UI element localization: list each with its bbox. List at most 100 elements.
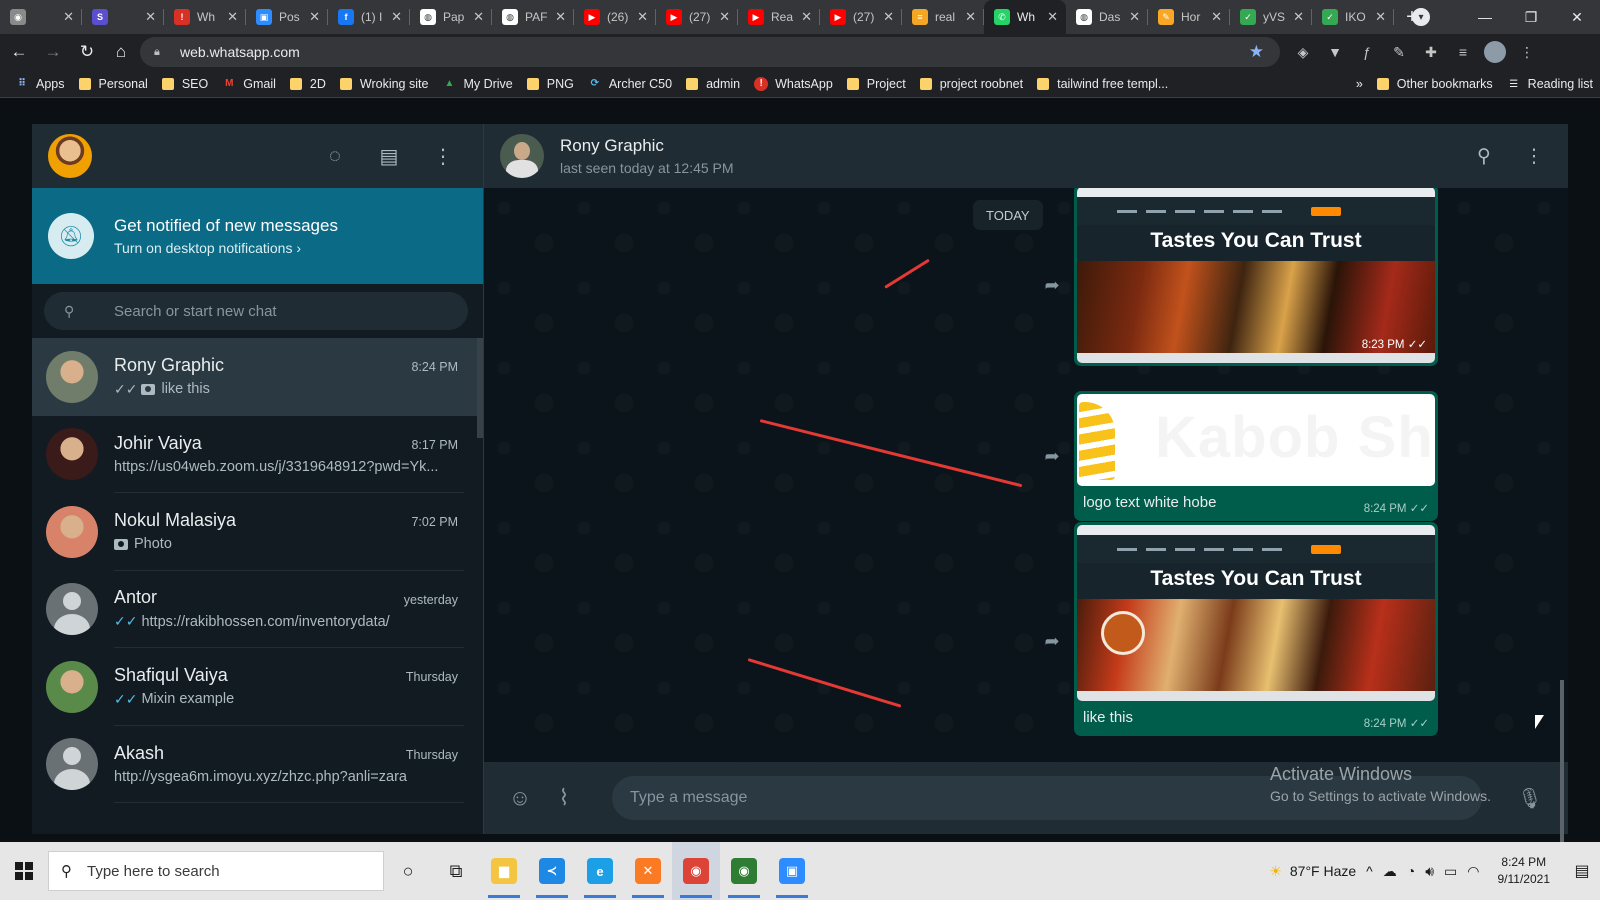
back-arrow-icon[interactable]: ← (4, 37, 34, 67)
task-view-icon[interactable]: ⧉ (432, 842, 480, 900)
search-input[interactable] (114, 302, 434, 320)
website-screenshot[interactable]: Tastes You Can Trust (1077, 525, 1435, 701)
browser-tab[interactable]: ◍ Das ✕ (1066, 0, 1148, 34)
bookmark-star-icon[interactable]: ★ (1249, 42, 1264, 62)
chat-list-item[interactable]: Rony Graphic 8:24 PM ✓✓ like this (32, 338, 484, 416)
image-message[interactable]: Kabob Shac logo text white hobe 8:24 PM … (1074, 391, 1438, 521)
chat-list-item[interactable]: Akash Thursday http://ysgea6m.imoyu.xyz/zh… (32, 726, 484, 803)
microphone-icon[interactable]: 🎙︎ (1514, 782, 1546, 814)
bookmark-item[interactable]: project roobnet (913, 70, 1030, 98)
taskbar-search-input[interactable] (87, 862, 377, 880)
tab-close-icon[interactable]: ✕ (63, 9, 74, 25)
browser-tab[interactable]: ◍ Pap ✕ (410, 0, 492, 34)
other-bookmarks-folder[interactable]: Other bookmarks (1370, 70, 1500, 98)
browser-tab[interactable]: ▶ (27) ✕ (820, 0, 902, 34)
browser-tab[interactable]: ≡ real ✕ (902, 0, 984, 34)
contact-avatar[interactable] (46, 738, 98, 791)
browser-tab[interactable]: ◍ PAF ✕ (492, 0, 574, 34)
bookmark-item[interactable]: ⠿ Apps (8, 70, 72, 98)
conversation-header[interactable]: Rony Graphic last seen today at 12:45 PM… (484, 124, 1568, 188)
chrome-dev-taskbar-icon[interactable]: ◉ (720, 842, 768, 900)
chat-list-item[interactable]: Antor yesterday ✓✓ https://rakibhossen.com/… (32, 571, 484, 648)
contact-avatar[interactable] (46, 660, 98, 713)
logo-image[interactable]: Kabob Shac (1077, 394, 1435, 486)
bookmark-item[interactable]: 2D (283, 70, 333, 98)
tab-close-icon[interactable]: ✕ (637, 9, 648, 25)
chat-list-scrollbar[interactable] (477, 338, 483, 438)
bookmark-item[interactable]: Wroking site (333, 70, 436, 98)
browser-tab[interactable]: ✎ Hor ✕ (1148, 0, 1230, 34)
bookmark-item[interactable]: admin (679, 70, 747, 98)
close-window-icon[interactable]: ✕ (1554, 0, 1600, 34)
page-scrollbar[interactable] (1560, 680, 1564, 846)
new-chat-icon[interactable]: ▤ (369, 136, 409, 176)
image-message[interactable]: Tastes You Can Trust like this 8:24 PM ✓… (1074, 522, 1438, 736)
onedrive-icon[interactable]: ☁ (1383, 863, 1397, 880)
action-center-icon[interactable]: ▤ (1564, 842, 1600, 900)
browser-tab[interactable]: ▣ Pos ✕ (246, 0, 328, 34)
vscode-taskbar-icon[interactable]: ≺ (528, 842, 576, 900)
chat-list-item[interactable]: Johir Vaiya 8:17 PM https://us04web.zoom.u… (32, 416, 484, 493)
edge-taskbar-icon[interactable]: e (576, 842, 624, 900)
forward-arrow-icon[interactable]: → (38, 37, 68, 67)
tab-close-icon[interactable]: ✕ (145, 9, 156, 25)
attach-paperclip-icon[interactable]: ⌇ (548, 782, 580, 814)
tab-close-icon[interactable]: ✕ (555, 9, 566, 25)
menu-dots-icon[interactable]: ⋮ (1514, 136, 1554, 176)
notification-link[interactable]: Turn on desktop notifications › (114, 240, 338, 256)
address-bar[interactable]: 🔒︎ web.whatsapp.com ★ (140, 37, 1280, 67)
tab-close-icon[interactable]: ✕ (1129, 9, 1140, 25)
tab-close-icon[interactable]: ✕ (801, 9, 812, 25)
forward-icon[interactable]: ➦ (1039, 628, 1065, 654)
contact-avatar[interactable] (46, 350, 98, 403)
color-picker-icon[interactable]: ✎ (1386, 39, 1412, 65)
zoom-taskbar-icon[interactable]: ▣ (768, 842, 816, 900)
bookmark-item[interactable]: tailwind free templ... (1030, 70, 1175, 98)
show-hidden-icons-chevron-icon[interactable]: ^ (1366, 863, 1373, 879)
search-box[interactable]: ⚲ (44, 292, 468, 330)
contact-avatar[interactable] (46, 583, 98, 636)
reload-icon[interactable]: ↻ (72, 37, 102, 67)
bookmark-item[interactable]: M Gmail (215, 70, 283, 98)
browser-tab[interactable]: ✆ Wh ✕ (984, 0, 1066, 34)
forward-icon[interactable]: ➦ (1039, 443, 1065, 469)
system-clock[interactable]: 8:24 PM 9/11/2021 (1498, 854, 1551, 888)
tab-search-icon[interactable]: ▾ (1412, 8, 1430, 26)
bookmark-item[interactable]: Personal (72, 70, 155, 98)
media-queue-icon[interactable]: ≡ (1450, 39, 1476, 65)
tab-close-icon[interactable]: ✕ (1293, 9, 1304, 25)
wifi-icon[interactable]: ◠ (1467, 863, 1479, 880)
bookmark-item[interactable]: ⟳ Archer C50 (581, 70, 679, 98)
extension-icon[interactable]: ◈ (1290, 39, 1316, 65)
lock-icon[interactable]: 🔒︎ (154, 46, 166, 59)
chat-list-item[interactable]: Shafiqul Vaiya Thursday ✓✓ Mixin example (32, 648, 484, 726)
bookmark-item[interactable]: SEO (155, 70, 215, 98)
tab-close-icon[interactable]: ✕ (1211, 9, 1222, 25)
reading-list-button[interactable]: ☰ Reading list (1500, 70, 1600, 98)
chrome-taskbar-icon[interactable]: ◉ (672, 842, 720, 900)
formula-icon[interactable]: ƒ (1354, 39, 1380, 65)
forward-icon[interactable]: ➦ (1039, 272, 1065, 298)
tab-close-icon[interactable]: ✕ (1047, 9, 1058, 25)
website-screenshot[interactable]: Tastes You Can Trust 8:23 PM ✓✓ (1077, 188, 1435, 363)
emoji-icon[interactable]: ☺ (504, 782, 536, 814)
search-icon[interactable]: ⚲ (1464, 136, 1504, 176)
contact-avatar[interactable] (46, 505, 98, 558)
browser-tab[interactable]: S ✕ (82, 0, 164, 34)
tab-close-icon[interactable]: ✕ (391, 9, 402, 25)
explorer-taskbar-icon[interactable]: ▆ (480, 842, 528, 900)
menu-dots-icon[interactable]: ⋮ (423, 136, 463, 176)
browser-tab[interactable]: ▶ Rea ✕ (738, 0, 820, 34)
home-icon[interactable]: ⌂ (106, 37, 136, 67)
notification-banner[interactable]: 🔕︎ Get notified of new messages Turn on … (32, 188, 483, 284)
tab-close-icon[interactable]: ✕ (309, 9, 320, 25)
cortana-icon[interactable]: ○ (384, 842, 432, 900)
tab-close-icon[interactable]: ✕ (1375, 9, 1386, 25)
battery-icon[interactable]: ▭ (1444, 863, 1457, 880)
network-icon[interactable]: ◔ (1407, 863, 1415, 879)
tab-close-icon[interactable]: ✕ (227, 9, 238, 25)
taskbar-search[interactable]: ⚲ (48, 851, 384, 891)
chat-list-item-partial[interactable] (32, 803, 484, 833)
contact-avatar[interactable] (500, 134, 544, 178)
tab-close-icon[interactable]: ✕ (883, 9, 894, 25)
